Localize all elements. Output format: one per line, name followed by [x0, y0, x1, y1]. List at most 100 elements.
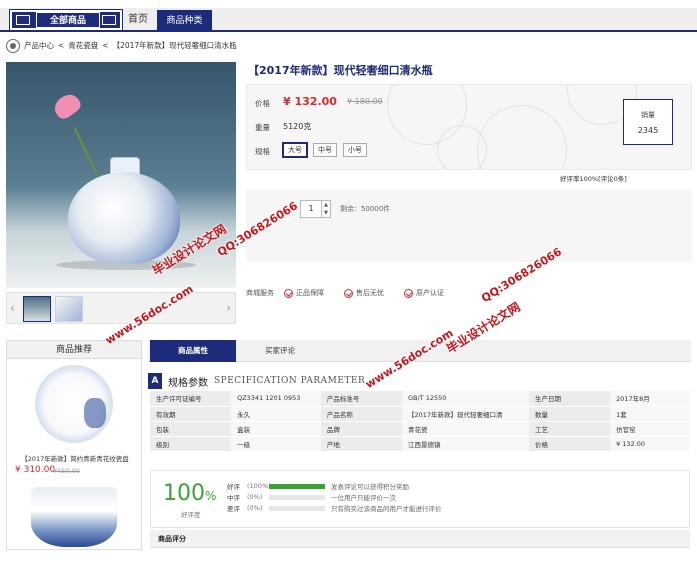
stock-text: 剩余：50000件 — [340, 205, 391, 213]
spec-key: 生产日期 — [529, 391, 611, 407]
spec-key: 生产许可证编号 — [150, 391, 232, 407]
review-bar-fill — [269, 483, 325, 489]
quantity-input[interactable]: 1 — [300, 200, 322, 218]
spec-value: 一级 — [231, 436, 321, 452]
thumbnail-1[interactable] — [23, 296, 51, 322]
service-item-label: 售后无忧 — [356, 289, 384, 297]
spec-key: 产品名称 — [320, 406, 402, 422]
service-row: 商城服务 正品保障 售后无忧 原产认证 — [246, 288, 464, 298]
spec-value: GB/T 12550 — [401, 391, 529, 407]
spec-value: 盒装 — [231, 421, 321, 437]
review-row-bad: 差评 (0%) — [227, 503, 325, 513]
ornament-left-icon — [16, 15, 30, 25]
size-option-medium[interactable]: 中号 — [313, 143, 337, 157]
spec-value: 永久 — [231, 406, 321, 422]
spec-key: 产品标准号 — [320, 391, 402, 407]
thumbnail-strip: ‹ › — [6, 292, 236, 324]
sales-badge: 销量 2345 — [623, 99, 673, 145]
price-label: 价格 — [255, 99, 270, 108]
table-row: 包装 盒装 品牌 青花瓷 工艺 仿官窑 — [150, 421, 690, 437]
review-note: 一位用户只能评价一次 — [331, 494, 396, 502]
review-note: 只有购买过该商品的用户才能进行评价 — [331, 505, 442, 513]
sales-count: 2345 — [637, 126, 659, 135]
spec-value: 江西景德镇 — [401, 436, 529, 452]
thumb-next-icon[interactable]: › — [226, 301, 231, 315]
tab-reviews[interactable]: 买家评论 — [256, 340, 304, 362]
breadcrumb-separator: < — [58, 41, 65, 50]
table-row: 有效期 永久 产品名称 【2017年新款】现代轻奢细口清 数量 1套 — [150, 406, 690, 422]
recommend-item-name[interactable]: 【2017年新款】简约青新青花纹瓷盘 — [11, 453, 139, 463]
current-price: ¥ 132.00 — [283, 95, 337, 108]
spec-key: 品牌 — [320, 421, 402, 437]
product-main-image — [6, 62, 236, 288]
recommend-bowl-image[interactable] — [31, 487, 117, 547]
service-item-label: 原产认证 — [416, 289, 444, 297]
thumb-prev-icon[interactable]: ‹ — [10, 301, 15, 315]
review-row-pct: (100%) — [247, 482, 271, 490]
good-rate-score: 100% — [163, 481, 216, 506]
spec-title-en: SPECIFICATION PARAMETER — [214, 376, 366, 386]
service-label: 商城服务 — [246, 289, 274, 297]
quantity-stepper[interactable]: ▲ ▼ — [322, 200, 331, 218]
thumbnail-2[interactable] — [55, 296, 83, 322]
spec-letter-badge: A — [148, 373, 162, 389]
breadcrumb-current: 【2017年新款】现代轻奢细口清水瓶 — [112, 41, 237, 50]
spec-value: ¥ 132.00 — [610, 436, 690, 452]
size-option-large[interactable]: 大号 — [282, 142, 308, 158]
spec-key: 数量 — [529, 406, 611, 422]
nav-category-tab[interactable]: 商品种类 — [157, 10, 212, 32]
spec-heading: A 规格参数 SPECIFICATION PARAMETER — [148, 373, 365, 389]
spec-value: 【2017年新款】现代轻奢细口清 — [401, 406, 529, 422]
floral-pattern — [437, 125, 487, 169]
score-number: 100 — [163, 481, 205, 506]
check-circle-icon — [404, 288, 413, 298]
table-row: 生产许可证编号 QZ3341 1201 0953 产品标准号 GB/T 1255… — [150, 391, 690, 407]
spec-value: 2017年8月 — [610, 391, 690, 407]
qty-down-icon[interactable]: ▼ — [322, 209, 330, 217]
sidebar-title: 商品推荐 — [7, 341, 141, 359]
breadcrumb-center-link[interactable]: 产品中心 — [24, 39, 54, 53]
spec-key: 产地 — [320, 436, 402, 452]
quantity-panel: 1 ▲ ▼ 剩余：50000件 — [246, 190, 692, 262]
score-label: 好评度 — [181, 511, 201, 519]
spec-key: 价格 — [529, 436, 611, 452]
score-unit: % — [205, 489, 217, 503]
review-row-good: 好评 (100%) — [227, 481, 325, 491]
review-row-name: 差评 — [227, 505, 240, 513]
flower-stem — [73, 127, 100, 181]
recommend-sidebar: 商品推荐 【2017年新款】简约青新青花纹瓷盘 ¥ 310.00 ¥450.00 — [6, 340, 142, 550]
good-rate-text: 好评率100%[评论0条] — [560, 175, 627, 183]
tulip-flower — [50, 90, 84, 122]
service-item-genuine: 正品保障 — [284, 288, 324, 298]
recommend-item-price: ¥ 310.00 — [15, 465, 56, 475]
qty-up-icon[interactable]: ▲ — [322, 201, 330, 209]
location-icon — [6, 39, 20, 53]
size-option-small[interactable]: 小号 — [343, 143, 367, 157]
spec-key: 级别 — [150, 436, 232, 452]
recommend-item-old-price: ¥450.00 — [53, 467, 80, 475]
service-item-origin: 原产认证 — [404, 288, 444, 298]
spec-value: QZ3341 1201 0953 — [231, 391, 321, 407]
review-summary: 100% 好评度 好评 (100%) 中评 (0%) 差评 (0%) 发表评论可… — [150, 470, 690, 528]
review-section-title: 商品评分 — [150, 530, 690, 548]
review-row-pct: (0%) — [247, 493, 263, 501]
spec-key: 包装 — [150, 421, 232, 437]
floral-pattern — [477, 105, 567, 169]
spec-table: 生产许可证编号 QZ3341 1201 0953 产品标准号 GB/T 1255… — [150, 391, 690, 452]
review-row-mid: 中评 (0%) — [227, 492, 325, 502]
breadcrumb: 产品中心 < 青花瓷盘 < 【2017年新款】现代轻奢细口清水瓶 — [6, 39, 237, 53]
review-bar — [269, 483, 325, 489]
nav-home-link[interactable]: 首页 — [128, 10, 148, 30]
service-item-label: 正品保障 — [296, 289, 324, 297]
original-price: ¥ 180.00 — [347, 97, 383, 106]
ornament-right-icon — [102, 15, 116, 25]
check-circle-icon — [284, 288, 293, 298]
breadcrumb-category-link[interactable]: 青花瓷盘 — [68, 39, 98, 53]
spec-value: 青花瓷 — [401, 421, 529, 437]
all-goods-button[interactable]: 全部商品 — [9, 9, 123, 31]
review-row-pct: (0%) — [247, 504, 263, 512]
tab-attributes[interactable]: 商品属性 — [150, 340, 236, 362]
spec-value: 仿官窑 — [610, 421, 690, 437]
recommend-plate-image[interactable] — [35, 365, 113, 443]
table-row: 级别 一级 产地 江西景德镇 价格 ¥ 132.00 — [150, 436, 690, 452]
